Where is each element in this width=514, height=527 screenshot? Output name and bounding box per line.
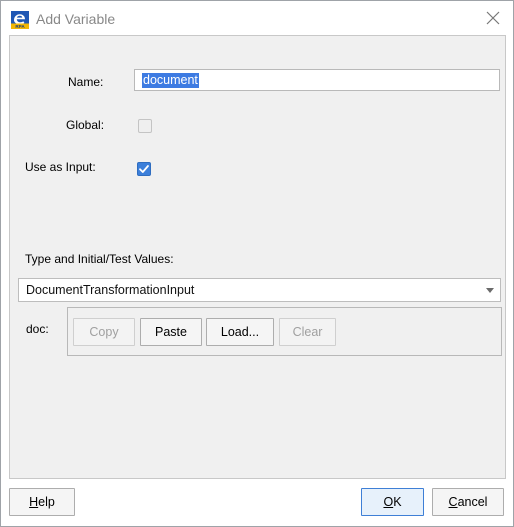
cancel-button[interactable]: Cancel: [432, 488, 504, 516]
use-as-input-checkbox[interactable]: [137, 162, 151, 176]
ok-button[interactable]: OK: [361, 488, 424, 516]
doc-label: doc:: [26, 322, 49, 336]
help-label: elp: [38, 495, 55, 509]
type-section-label: Type and Initial/Test Values:: [25, 252, 174, 266]
use-as-input-label: Use as Input:: [25, 160, 96, 174]
global-checkbox: [138, 119, 152, 133]
checkmark-icon: [139, 165, 149, 173]
add-variable-dialog: RPA Add Variable Name: document Global: …: [0, 0, 514, 527]
help-button[interactable]: Help: [9, 488, 75, 516]
type-select[interactable]: DocumentTransformationInput: [18, 278, 501, 302]
window-title: Add Variable: [36, 11, 116, 27]
doc-value-panel: Copy Paste Load... Clear: [67, 307, 502, 356]
cancel-mnemonic: C: [448, 495, 458, 509]
load-button[interactable]: Load...: [206, 318, 274, 346]
cancel-label: ancel: [457, 495, 488, 509]
dialog-content: Name: document Global: Use as Input: Typ…: [9, 35, 506, 479]
help-mnemonic: H: [29, 495, 39, 509]
name-label: Name:: [68, 75, 104, 89]
type-select-value: DocumentTransformationInput: [26, 283, 195, 297]
ok-mnemonic: O: [383, 495, 394, 509]
name-field[interactable]: document: [134, 69, 500, 91]
paste-button[interactable]: Paste: [140, 318, 202, 346]
close-button[interactable]: [481, 7, 505, 29]
ok-label: K: [393, 495, 402, 509]
app-logo-icon: RPA: [11, 11, 29, 29]
name-field-value: document: [142, 73, 199, 88]
close-icon: [486, 11, 500, 25]
chevron-down-icon: [486, 288, 494, 293]
clear-button: Clear: [279, 318, 336, 346]
copy-button: Copy: [73, 318, 135, 346]
title-bar: RPA Add Variable: [1, 1, 513, 35]
global-label: Global:: [66, 118, 105, 132]
app-logo-caption: RPA: [15, 24, 25, 29]
